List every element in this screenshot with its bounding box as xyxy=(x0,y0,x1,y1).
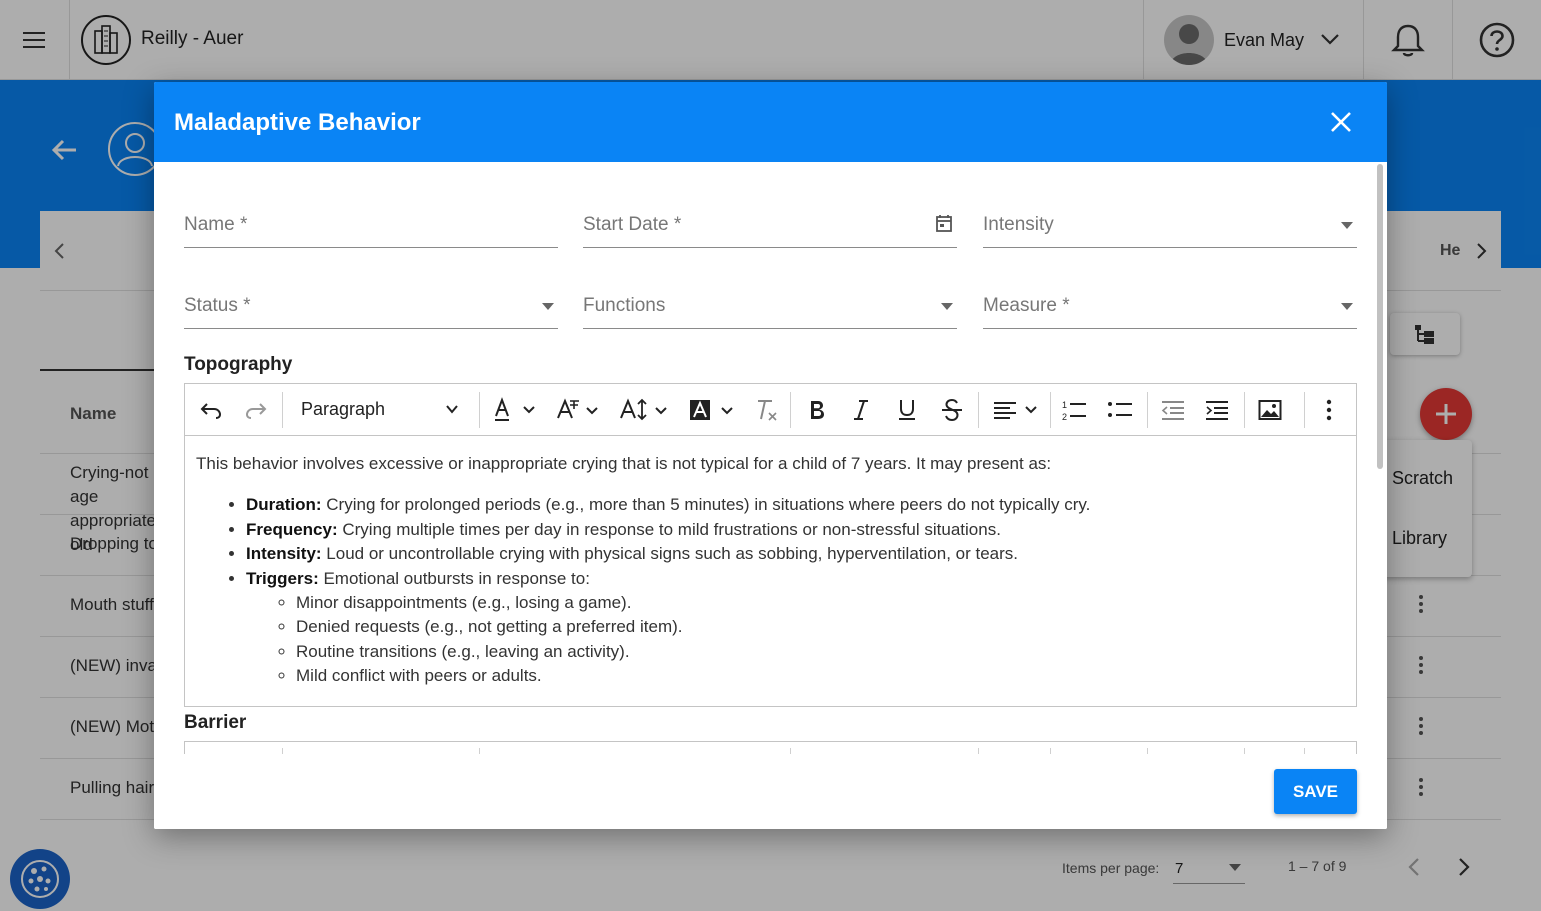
toolbar-divider xyxy=(978,392,979,428)
maladaptive-behavior-dialog: Maladaptive Behavior Name * Start Date *… xyxy=(154,82,1387,829)
start-date-field[interactable]: Start Date * xyxy=(583,200,957,248)
list-item: Intensity: Loud or uncontrollable crying… xyxy=(246,542,1345,566)
toolbar-divider xyxy=(1050,392,1051,428)
dialog-header: Maladaptive Behavior xyxy=(154,82,1387,162)
bullet-term: Duration: xyxy=(246,495,322,515)
bullet-term: Triggers: xyxy=(246,568,319,588)
list-item: Routine transitions (e.g., leaving an ac… xyxy=(296,640,1345,664)
dialog-scrollbar[interactable] xyxy=(1377,164,1383,469)
topography-bullet-list: Duration: Crying for prolonged periods (… xyxy=(246,493,1345,688)
measure-label: Measure * xyxy=(983,295,1070,316)
more-options-button[interactable] xyxy=(1309,384,1349,436)
bold-button[interactable] xyxy=(797,384,837,436)
toolbar-divider xyxy=(790,392,791,428)
italic-button[interactable] xyxy=(841,384,881,436)
calendar-icon[interactable] xyxy=(935,214,953,233)
toolbar-divider xyxy=(1244,392,1245,428)
bold-icon xyxy=(811,401,824,419)
italic-icon xyxy=(854,400,868,420)
text-align-button[interactable] xyxy=(985,384,1047,436)
triggers-sub-list: Minor disappointments (e.g., losing a ga… xyxy=(296,591,1345,689)
clear-formatting-button[interactable] xyxy=(746,384,786,436)
more-vert-icon xyxy=(1326,399,1332,421)
list-item: Frequency: Crying multiple times per day… xyxy=(246,518,1345,542)
chevron-down-icon xyxy=(446,405,458,414)
font-color-icon xyxy=(495,397,535,421)
status-select[interactable]: Status * xyxy=(184,281,558,329)
bullet-text: Crying for prolonged periods (e.g., more… xyxy=(321,495,1091,515)
close-button[interactable] xyxy=(1326,107,1356,137)
remove-format-icon xyxy=(758,400,777,421)
paragraph-style-dropdown[interactable]: Paragraph xyxy=(297,384,467,436)
paragraph-style-label: Paragraph xyxy=(301,399,386,419)
toolbar-divider xyxy=(1304,392,1305,428)
name-field[interactable]: Name * xyxy=(184,200,558,248)
numbered-list-button[interactable]: 12 xyxy=(1054,384,1094,436)
close-icon xyxy=(1331,112,1351,132)
indent-button[interactable] xyxy=(1197,384,1237,436)
editor-toolbar: Paragraph 1 2 xyxy=(185,384,1356,436)
font-family-button[interactable] xyxy=(551,384,607,436)
undo-icon xyxy=(200,403,222,419)
topography-intro: This behavior involves excessive or inap… xyxy=(196,454,1052,473)
align-left-icon xyxy=(994,402,1037,419)
underline-button[interactable] xyxy=(887,384,927,436)
intensity-label: Intensity xyxy=(983,214,1054,235)
redo-icon xyxy=(245,403,267,419)
image-icon xyxy=(1258,400,1282,420)
topography-title: Topography xyxy=(184,354,293,375)
topography-content[interactable]: This behavior involves excessive or inap… xyxy=(185,436,1356,706)
toolbar-divider xyxy=(282,392,283,428)
status-label: Status * xyxy=(184,295,251,316)
list-item: Mild conflict with peers or adults. xyxy=(296,664,1345,688)
bulleted-list-icon xyxy=(1108,402,1132,417)
strikethrough-icon xyxy=(942,398,962,422)
strikethrough-button[interactable] xyxy=(932,384,972,436)
toolbar-divider xyxy=(479,392,480,428)
font-color-button[interactable] xyxy=(488,384,542,436)
dialog-footer: SAVE xyxy=(154,754,1387,829)
highlight-color-button[interactable] xyxy=(683,384,739,436)
font-family-icon xyxy=(557,398,598,419)
functions-select[interactable]: Functions xyxy=(583,281,957,329)
bullet-text: Crying multiple times per day in respons… xyxy=(337,519,1001,539)
bullet-text: Loud or uncontrollable crying with physi… xyxy=(321,544,1018,564)
measure-select[interactable]: Measure * xyxy=(983,281,1357,329)
bulleted-list-button[interactable] xyxy=(1100,384,1140,436)
caret-down-icon xyxy=(1341,303,1353,310)
list-item: Duration: Crying for prolonged periods (… xyxy=(246,493,1345,517)
bullet-text: Emotional outbursts in response to: xyxy=(318,568,590,588)
functions-label: Functions xyxy=(583,295,666,316)
caret-down-icon xyxy=(542,303,554,310)
outdent-button[interactable] xyxy=(1153,384,1193,436)
outdent-icon xyxy=(1161,401,1184,420)
bullet-term: Frequency: xyxy=(246,519,338,539)
save-button[interactable]: SAVE xyxy=(1274,769,1357,814)
caret-down-icon xyxy=(1341,222,1353,229)
topography-editor: Paragraph 1 2 This behavior involves exc… xyxy=(184,383,1357,707)
indent-icon xyxy=(1206,401,1228,420)
insert-image-button[interactable] xyxy=(1250,384,1290,436)
bullet-term: Intensity: xyxy=(246,544,322,564)
list-item: Denied requests (e.g., not getting a pre… xyxy=(296,615,1345,639)
toolbar-divider xyxy=(1147,392,1148,428)
font-size-button[interactable] xyxy=(615,384,675,436)
list-item: Triggers: Emotional outbursts in respons… xyxy=(246,567,1345,689)
redo-button[interactable] xyxy=(236,384,276,436)
undo-button[interactable] xyxy=(191,384,231,436)
svg-text:2: 2 xyxy=(1062,412,1067,422)
numbered-list-icon: 12 xyxy=(1062,400,1086,422)
name-field-label: Name * xyxy=(184,214,248,235)
dialog-title: Maladaptive Behavior xyxy=(174,109,421,136)
intensity-select[interactable]: Intensity xyxy=(983,200,1357,248)
background-color-icon xyxy=(690,400,733,420)
underline-icon xyxy=(899,400,915,420)
list-item: Minor disappointments (e.g., losing a ga… xyxy=(296,591,1345,615)
start-date-label: Start Date * xyxy=(583,214,682,235)
barrier-title: Barrier xyxy=(184,712,247,733)
svg-text:1: 1 xyxy=(1062,400,1067,410)
font-size-icon xyxy=(620,398,667,421)
caret-down-icon xyxy=(941,303,953,310)
